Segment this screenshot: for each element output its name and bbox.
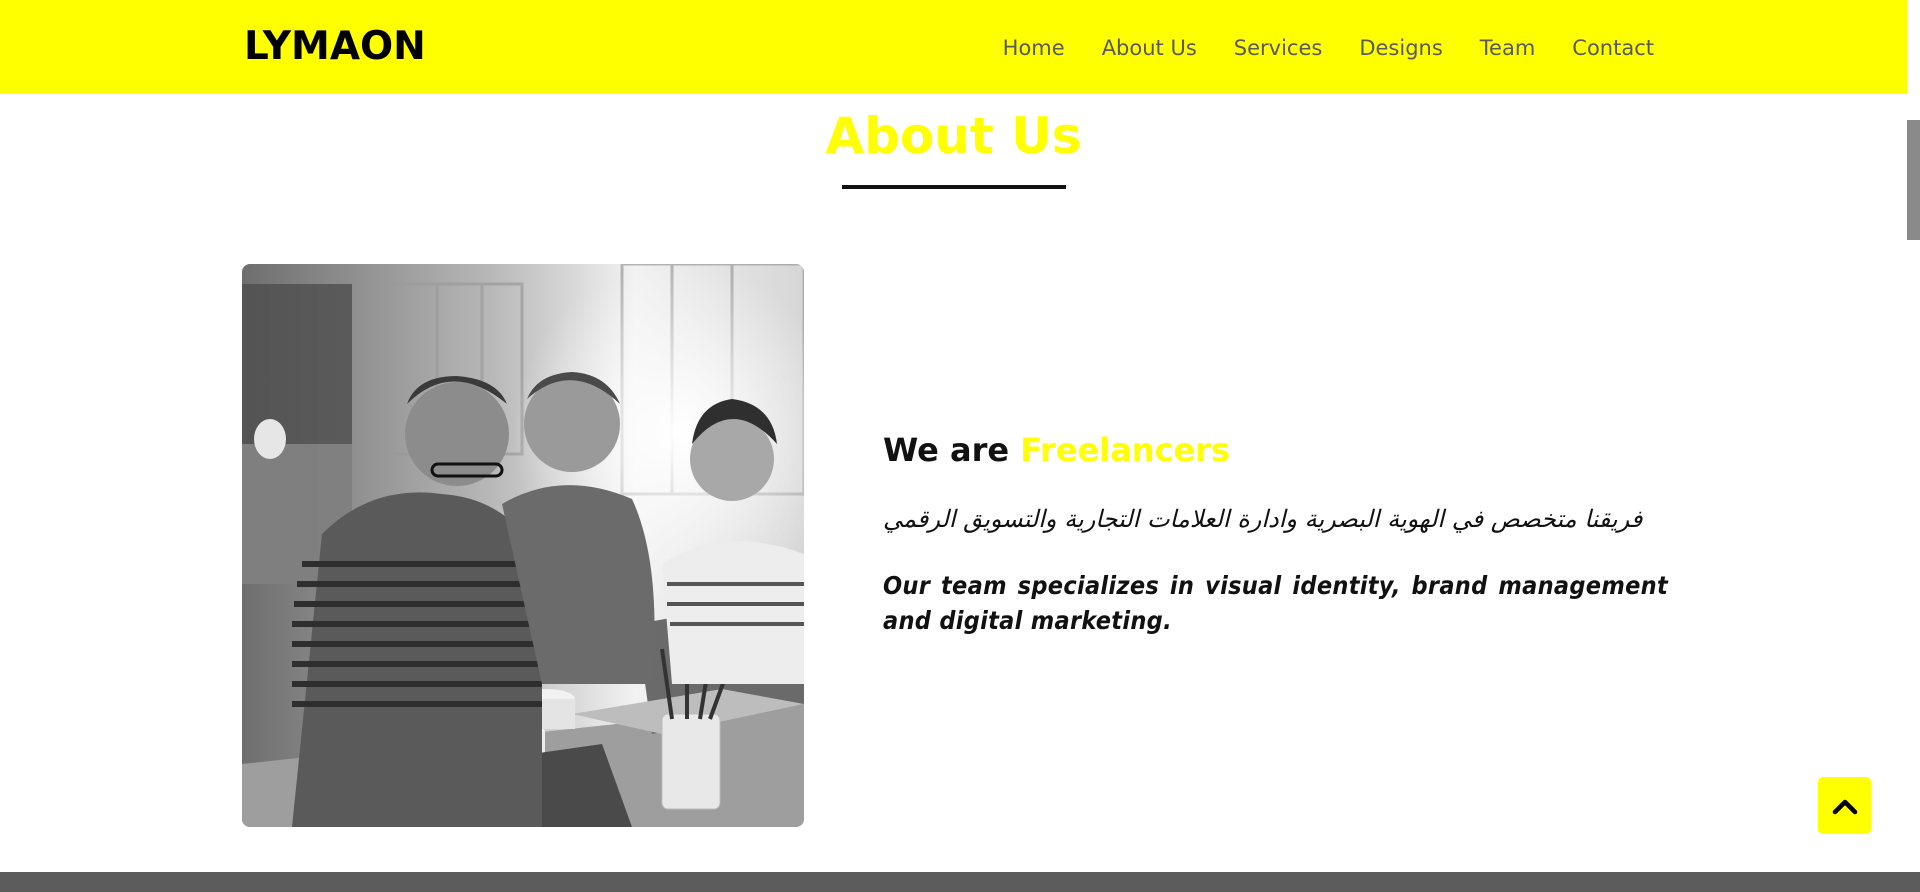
top-navbar: LYMAON Home About Us Services Designs Te… [0,0,1907,94]
site-logo[interactable]: LYMAON [244,24,426,70]
nav-link-team[interactable]: Team [1480,30,1536,66]
nav-link-contact[interactable]: Contact [1572,30,1654,66]
arabic-description: فريقنا متخصص في الهوية البصرية وادارة ال… [883,505,1643,533]
scrollbar-thumb[interactable] [1907,120,1920,240]
nav-link-home[interactable]: Home [1003,30,1065,66]
team-photo [242,264,804,827]
page: LYMAON Home About Us Services Designs Te… [0,0,1920,892]
headline-accent: Freelancers [1020,431,1231,469]
about-headline: We are Freelancers [883,428,1230,472]
section-title: About Us [825,107,1082,165]
main-nav: Home About Us Services Designs Team Cont… [1003,30,1654,66]
nav-link-about-us[interactable]: About Us [1102,30,1197,66]
title-underline [842,185,1066,189]
back-to-top-button[interactable] [1818,777,1871,834]
nav-link-designs[interactable]: Designs [1359,30,1442,66]
english-description: Our team specializes in visual identity,… [883,571,1668,635]
headline-prefix: We are [883,431,1021,469]
nav-link-services[interactable]: Services [1234,30,1323,66]
chevron-up-icon [1832,799,1857,814]
footer-strip [0,872,1920,892]
